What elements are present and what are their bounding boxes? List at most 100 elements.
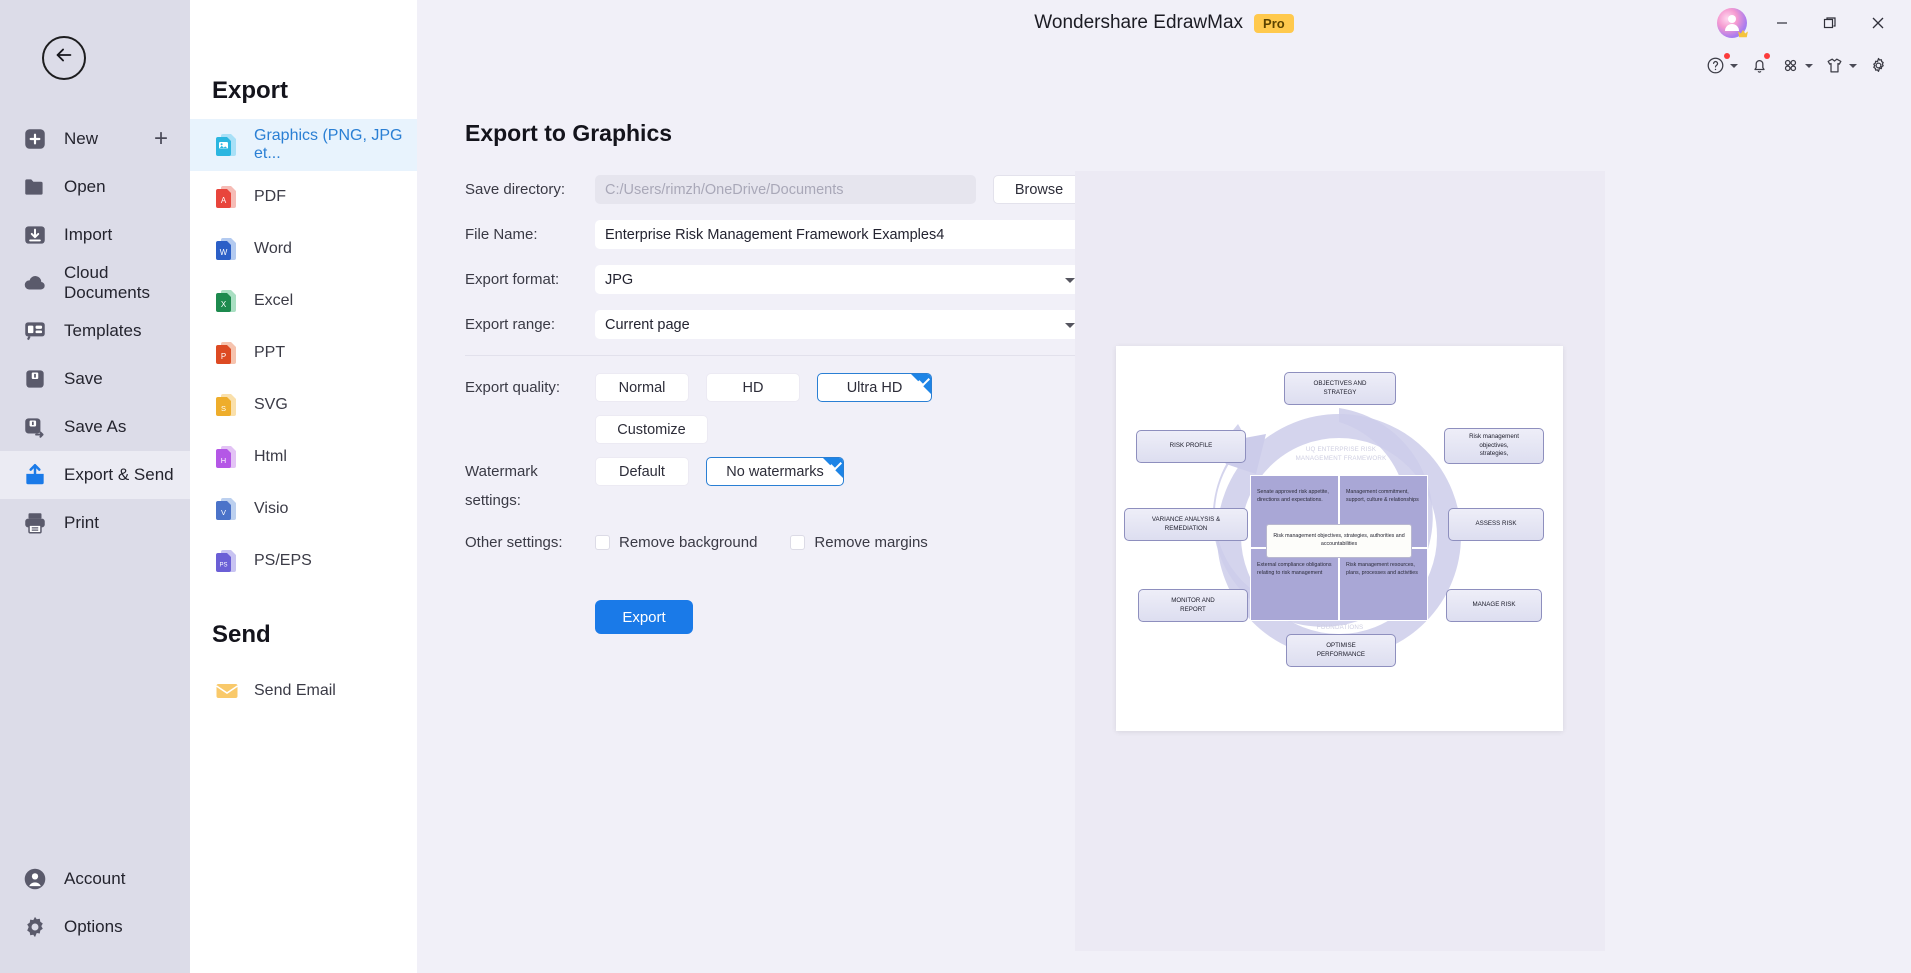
sidebar-item-new[interactable]: New +	[0, 115, 190, 163]
other-settings-row: Other settings: Remove background Remove…	[465, 528, 1085, 557]
remove-margins-label: Remove margins	[814, 534, 928, 551]
chevron-down-icon[interactable]	[1805, 63, 1813, 68]
chevron-down-icon[interactable]	[1849, 63, 1857, 68]
save-directory-field[interactable]: C:/Users/rimzh/OneDrive/Documents	[595, 175, 976, 204]
format-item-label: Word	[254, 240, 292, 257]
sidebar-item-label: Cloud Documents	[64, 263, 150, 302]
folder-icon	[22, 174, 48, 200]
sidebar-item-label: Export & Send	[64, 465, 174, 484]
quality-option-ultra-hd[interactable]: Ultra HD	[817, 373, 932, 402]
sidebar-item-templates[interactable]: Templates	[0, 307, 190, 355]
sidebar-item-print[interactable]: Print	[0, 499, 190, 547]
avatar[interactable]	[1717, 8, 1748, 38]
quality-option-ultra-hd-label: Ultra HD	[846, 379, 903, 396]
page-title: Export to Graphics	[465, 120, 673, 146]
preview-pane: UQ ENTERPRISE RISK MANAGEMENT FRAMEWORK O…	[1075, 171, 1605, 951]
format-item-svg[interactable]: S SVG	[190, 379, 417, 431]
watermark-option-default[interactable]: Default	[595, 457, 689, 486]
export-format-select[interactable]: JPG	[595, 265, 1085, 294]
pro-badge: Pro	[1254, 13, 1294, 33]
pdf-file-icon: A	[214, 184, 240, 210]
watermark-option-no-watermarks-label: No watermarks	[726, 463, 824, 480]
sidebar-item-label: Templates	[64, 321, 142, 340]
back-button[interactable]	[42, 35, 86, 80]
format-item-label: Graphics (PNG, JPG et...	[254, 127, 403, 162]
svg-text:W: W	[220, 248, 228, 257]
diagram-box-risk-profile: RISK PROFILE	[1136, 430, 1246, 463]
format-item-word[interactable]: W Word	[190, 223, 417, 275]
format-item-html[interactable]: H Html	[190, 431, 417, 483]
format-item-pdf[interactable]: A PDF	[190, 171, 417, 223]
theme-shirt-icon[interactable]	[1822, 52, 1860, 79]
export-range-label: Export range:	[465, 316, 556, 333]
ppt-file-icon: P	[214, 340, 240, 366]
format-item-label: Html	[254, 448, 287, 465]
chevron-down-icon	[1065, 322, 1075, 328]
svg-text:V: V	[221, 508, 226, 517]
help-notification-dot	[1724, 53, 1730, 59]
format-item-ppt[interactable]: P PPT	[190, 327, 417, 379]
svg-text:S: S	[221, 404, 226, 413]
sidebar-item-label: Print	[64, 513, 99, 532]
svg-text:A: A	[221, 196, 227, 205]
sidebar-item-options[interactable]: Options	[0, 903, 190, 951]
quality-option-normal[interactable]: Normal	[595, 373, 689, 402]
diagram-quadrant-external-compliance: External compliance obligations relating…	[1250, 548, 1339, 621]
html-file-icon: H	[214, 444, 240, 470]
send-item-email[interactable]: Send Email	[190, 665, 417, 717]
export-range-select[interactable]: Current page	[595, 310, 1085, 339]
sidebar-item-export-and-send[interactable]: Export & Send	[0, 451, 190, 499]
watermark-label: Watermark settings:	[465, 463, 538, 509]
bell-icon[interactable]	[1747, 52, 1772, 79]
format-item-graphics[interactable]: Graphics (PNG, JPG et...	[190, 119, 417, 171]
import-icon	[22, 222, 48, 248]
help-icon[interactable]	[1703, 52, 1741, 79]
sidebar-item-open[interactable]: Open	[0, 163, 190, 211]
cloud-icon	[22, 270, 48, 296]
sidebar-item-label: Options	[64, 917, 123, 936]
diagram-box-risk-management-objectives: Risk management objectives, strategies,	[1444, 428, 1544, 464]
sidebar-item-cloud-documents[interactable]: Cloud Documents	[0, 259, 190, 307]
chevron-down-icon[interactable]	[1730, 63, 1738, 68]
apps-grid-icon[interactable]	[1778, 52, 1816, 79]
sidebar-item-account[interactable]: Account	[0, 855, 190, 903]
gear-icon[interactable]	[1866, 52, 1891, 79]
back-arrow-icon	[53, 44, 75, 71]
rail-items: New + Open Import Cloud Documents Templa…	[0, 115, 190, 547]
remove-margins-checkbox[interactable]	[790, 535, 806, 550]
customize-button[interactable]: Customize	[595, 415, 708, 444]
format-item-ps-eps[interactable]: PS PS/EPS	[190, 535, 417, 587]
new-plus-icon[interactable]: +	[154, 127, 168, 151]
remove-margins-checkbox-wrap[interactable]: Remove margins	[790, 528, 928, 557]
file-name-field[interactable]: Enterprise Risk Management Framework Exa…	[595, 220, 1085, 249]
close-button[interactable]	[1865, 10, 1891, 36]
diagram-foundations-label: FOUNDATIONS	[1316, 624, 1364, 631]
remove-background-checkbox[interactable]	[595, 535, 610, 550]
restore-button[interactable]	[1817, 10, 1843, 36]
visio-file-icon: V	[214, 496, 240, 522]
export-format-panel: Export Graphics (PNG, JPG et... A PDF W …	[190, 0, 417, 973]
svg-text:PS: PS	[219, 563, 227, 569]
format-item-excel[interactable]: X Excel	[190, 275, 417, 327]
browse-button[interactable]: Browse	[993, 175, 1085, 204]
chevron-down-icon	[1065, 277, 1075, 283]
pseps-file-icon: PS	[214, 548, 240, 574]
sidebar-item-save[interactable]: Save	[0, 355, 190, 403]
quality-option-hd[interactable]: HD	[706, 373, 800, 402]
watermark-option-no-watermarks[interactable]: No watermarks	[706, 457, 844, 486]
minimize-button[interactable]	[1769, 10, 1795, 36]
main-panel: Wondershare EdrawMax Pro Export to Graph…	[417, 0, 1911, 973]
diagram-box-variance-analysis: VARIANCE ANALYSIS & REMEDIATION	[1124, 508, 1248, 541]
diagram-box-manage-risk: MANAGE RISK	[1446, 589, 1542, 622]
sidebar-item-import[interactable]: Import	[0, 211, 190, 259]
bell-notification-dot	[1764, 53, 1770, 59]
watermark-row: Watermark settings: Default No watermark…	[465, 457, 1085, 515]
format-item-visio[interactable]: V Visio	[190, 483, 417, 535]
export-send-icon	[22, 462, 48, 488]
svg-text:H: H	[221, 456, 226, 465]
sidebar-item-save-as[interactable]: Save As	[0, 403, 190, 451]
remove-background-checkbox-wrap[interactable]: Remove background	[595, 528, 757, 557]
export-button[interactable]: Export	[595, 600, 693, 634]
account-icon	[22, 866, 48, 892]
export-format-label: Export format:	[465, 271, 560, 288]
